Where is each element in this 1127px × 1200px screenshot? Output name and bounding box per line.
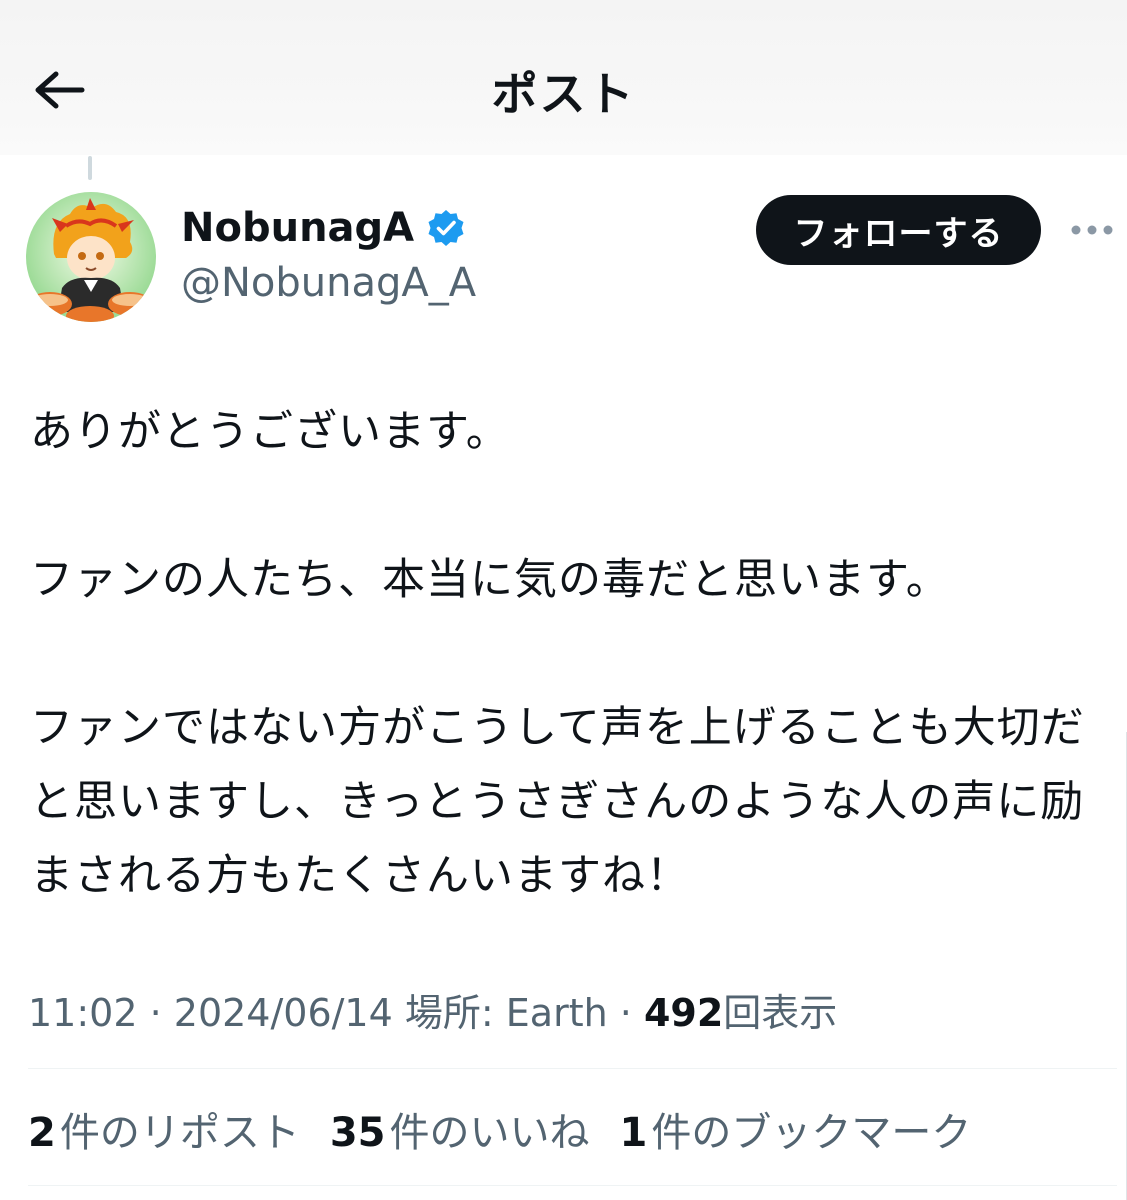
meta-separator: · bbox=[137, 991, 174, 1035]
follow-button[interactable]: フォローする bbox=[756, 195, 1041, 265]
reposts-count: 2 bbox=[28, 1110, 56, 1156]
divider bbox=[28, 1185, 1117, 1186]
tweet-time[interactable]: 11:02 bbox=[28, 991, 138, 1035]
likes-count: 35 bbox=[329, 1110, 386, 1156]
meta-separator: · bbox=[607, 991, 644, 1035]
tweet-body: ありがとうございます。 ファンの人たち、本当に気の毒だと思います。 ファンではな… bbox=[30, 395, 1115, 913]
tweet-paragraph: ファンの人たち、本当に気の毒だと思います。 bbox=[30, 555, 950, 605]
more-dots-icon bbox=[1070, 221, 1114, 240]
reposts-label: 件のリポスト bbox=[59, 1110, 300, 1156]
engagement-stats: 2 件のリポスト 35 件のいいね 1 件のブックマーク bbox=[28, 1100, 1001, 1158]
views-label: 回表示 bbox=[723, 991, 838, 1035]
tweet-date[interactable]: 2024/06/14 bbox=[174, 991, 393, 1035]
views-count: 492 bbox=[643, 991, 724, 1035]
verified-badge-icon bbox=[426, 208, 466, 248]
bookmarks-label: 件のブックマーク bbox=[651, 1110, 972, 1156]
bookmarks-stat[interactable]: 1 件のブックマーク bbox=[620, 1100, 972, 1158]
more-button[interactable] bbox=[1068, 212, 1116, 248]
reposts-stat[interactable]: 2 件のリポスト bbox=[28, 1100, 300, 1158]
likes-stat[interactable]: 35 件のいいね bbox=[330, 1100, 590, 1158]
author-handle[interactable]: @NobunagA_A bbox=[181, 260, 476, 306]
tweet-meta: 11:02 · 2024/06/14 場所: Earth · 492回表示 bbox=[28, 982, 837, 1037]
page-title: ポスト bbox=[491, 67, 636, 121]
divider bbox=[28, 1068, 1117, 1069]
display-name[interactable]: NobunagA bbox=[181, 205, 414, 251]
bookmarks-count: 1 bbox=[619, 1110, 648, 1156]
tweet-paragraph: ファンではない方がこうして声を上げることも大切だと思いますし、きっとうさぎさんの… bbox=[30, 703, 1085, 901]
author-name-row[interactable]: NobunagA bbox=[181, 205, 466, 251]
thread-connector bbox=[88, 156, 92, 180]
avatar[interactable] bbox=[26, 192, 156, 322]
tweet-paragraph: ありがとうございます。 bbox=[30, 407, 510, 457]
likes-label: 件のいいね bbox=[389, 1110, 590, 1156]
top-bar: ポスト bbox=[0, 0, 1127, 155]
tweet-location: 場所: Earth bbox=[404, 991, 608, 1035]
